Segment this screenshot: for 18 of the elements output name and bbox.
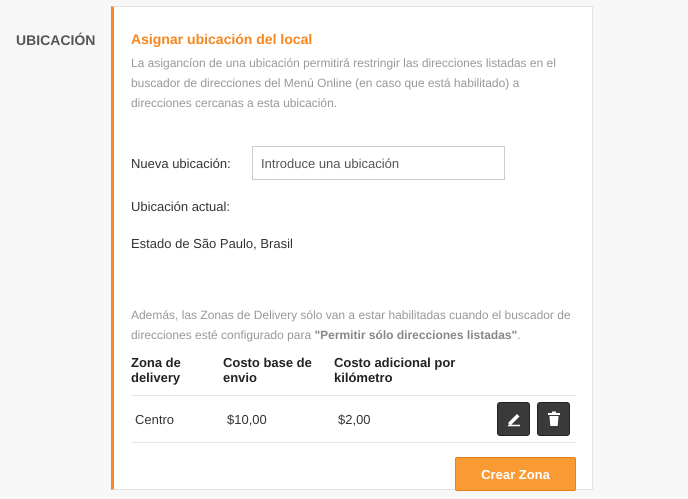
delete-button[interactable] [537, 402, 570, 436]
column-header: Costo base de envio [223, 353, 334, 396]
column-header: Zona de delivery [131, 353, 223, 396]
note-text: Además, las Zonas de Delivery sólo van a estar habilitadas cuando el buscador de direcciones esté configurado para "Permitir sólo direcciones listadas". [131, 307, 572, 344]
field-label: Nueva ubicación: [131, 156, 232, 170]
card-title: Asignar ubicación del local [131, 31, 314, 47]
trash-icon [546, 411, 560, 427]
current-location: Estado de São Paulo, Brasil [131, 236, 294, 251]
edit-button[interactable] [497, 402, 530, 436]
field-label: Ubicación actual: [131, 199, 231, 214]
create-zone-button[interactable]: Crear Zona [455, 457, 576, 491]
section-label: UBICACIÓN [15, 31, 96, 48]
table-cell: $2,00 [334, 396, 474, 442]
table-cell: Centro [131, 396, 223, 442]
column-header: Costo adicional por kilómetro [334, 353, 474, 396]
table-cell: $10,00 [223, 396, 334, 442]
location-input[interactable]: Introduce una ubicación [252, 146, 505, 180]
description: La asigancíon de una ubicación permitirá restringir las direcciones listadas en el buscador de direcciones del Menú Online (en caso que está habilitado) a direcciones cercanas a esta ubicación. [131, 55, 557, 112]
